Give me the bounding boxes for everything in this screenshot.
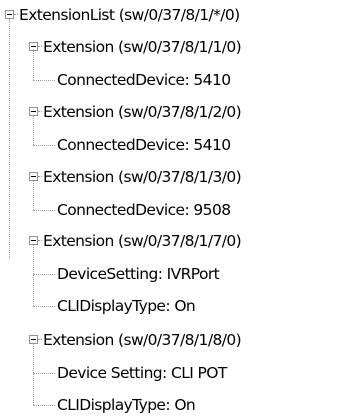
tree-node-device-setting[interactable]: Device Setting: CLI POT [56,358,228,388]
tree-guide-line [33,344,34,405]
tree-guide-line [9,19,10,259]
tree-connector [33,373,55,374]
collapse-icon[interactable] [29,172,38,181]
tree-connector [33,405,55,406]
tree-guide-line [33,116,34,145]
tree-connector [33,274,55,275]
tree-node-connected-device[interactable]: ConnectedDevice: 5410 [56,130,231,160]
tree-connector [33,145,55,146]
extension-tree-view[interactable]: ExtensionList (sw/0/37/8/1/*/0) Extensio… [0,0,360,419]
collapse-icon[interactable] [29,42,38,51]
tree-node-connected-device[interactable]: ConnectedDevice: 9508 [56,195,231,225]
collapse-icon[interactable] [29,107,38,116]
tree-connector [33,210,55,211]
collapse-icon[interactable] [29,236,38,245]
collapse-icon[interactable] [29,335,38,344]
tree-node-device-setting[interactable]: DeviceSetting: IVRPort [56,259,220,289]
tree-node-extension[interactable]: Extension (sw/0/37/8/1/7/0) [42,226,242,256]
collapse-icon[interactable] [5,10,14,19]
tree-guide-line [33,181,34,210]
tree-node-cli-display-type[interactable]: CLIDisplayType: On [56,390,196,420]
tree-node-extension[interactable]: Extension (sw/0/37/8/1/8/0) [42,325,242,355]
tree-node-connected-device[interactable]: ConnectedDevice: 5410 [56,65,231,95]
tree-node-extension[interactable]: Extension (sw/0/37/8/1/2/0) [42,97,242,127]
tree-connector [33,306,55,307]
tree-connector [33,80,55,81]
tree-node-extension[interactable]: Extension (sw/0/37/8/1/1/0) [42,32,242,62]
tree-node-extension-list[interactable]: ExtensionList (sw/0/37/8/1/*/0) [18,0,241,30]
tree-guide-line [33,51,34,80]
tree-node-extension[interactable]: Extension (sw/0/37/8/1/3/0) [42,162,242,192]
tree-guide-line [33,245,34,306]
tree-node-cli-display-type[interactable]: CLIDisplayType: On [56,291,196,321]
